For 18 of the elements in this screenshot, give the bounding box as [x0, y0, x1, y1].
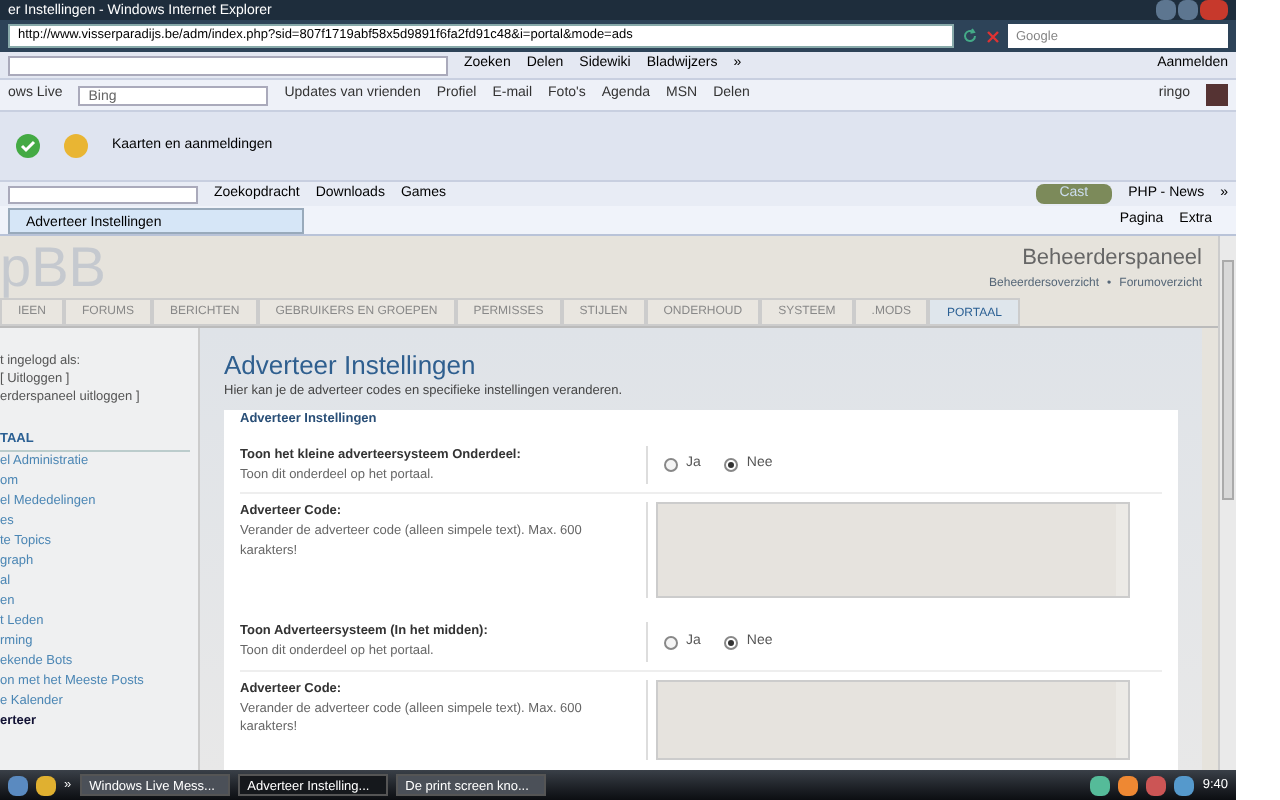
close-icon[interactable] — [986, 29, 1000, 43]
refresh-icon[interactable] — [962, 28, 978, 44]
check-icon[interactable] — [16, 134, 40, 158]
radio-button[interactable] — [724, 635, 739, 649]
minimize-icon[interactable] — [1156, 0, 1176, 20]
google-search-field[interactable] — [8, 55, 448, 75]
panel-title: Beheerderspaneel — [1022, 244, 1202, 275]
search-field[interactable] — [8, 185, 198, 203]
page-title: Adverteer Instellingen — [224, 352, 478, 378]
radio-button[interactable] — [724, 458, 739, 472]
close-icon[interactable] — [1200, 0, 1228, 20]
scrollbar-thumb[interactable] — [1222, 260, 1234, 500]
radio-button[interactable] — [664, 635, 678, 649]
scrollbar-track[interactable] — [1116, 681, 1128, 758]
maximize-icon[interactable] — [1178, 0, 1198, 20]
page-scrollbar[interactable] — [1218, 236, 1236, 770]
scrollbar-track[interactable] — [1116, 504, 1128, 597]
radio-button[interactable] — [664, 458, 678, 472]
